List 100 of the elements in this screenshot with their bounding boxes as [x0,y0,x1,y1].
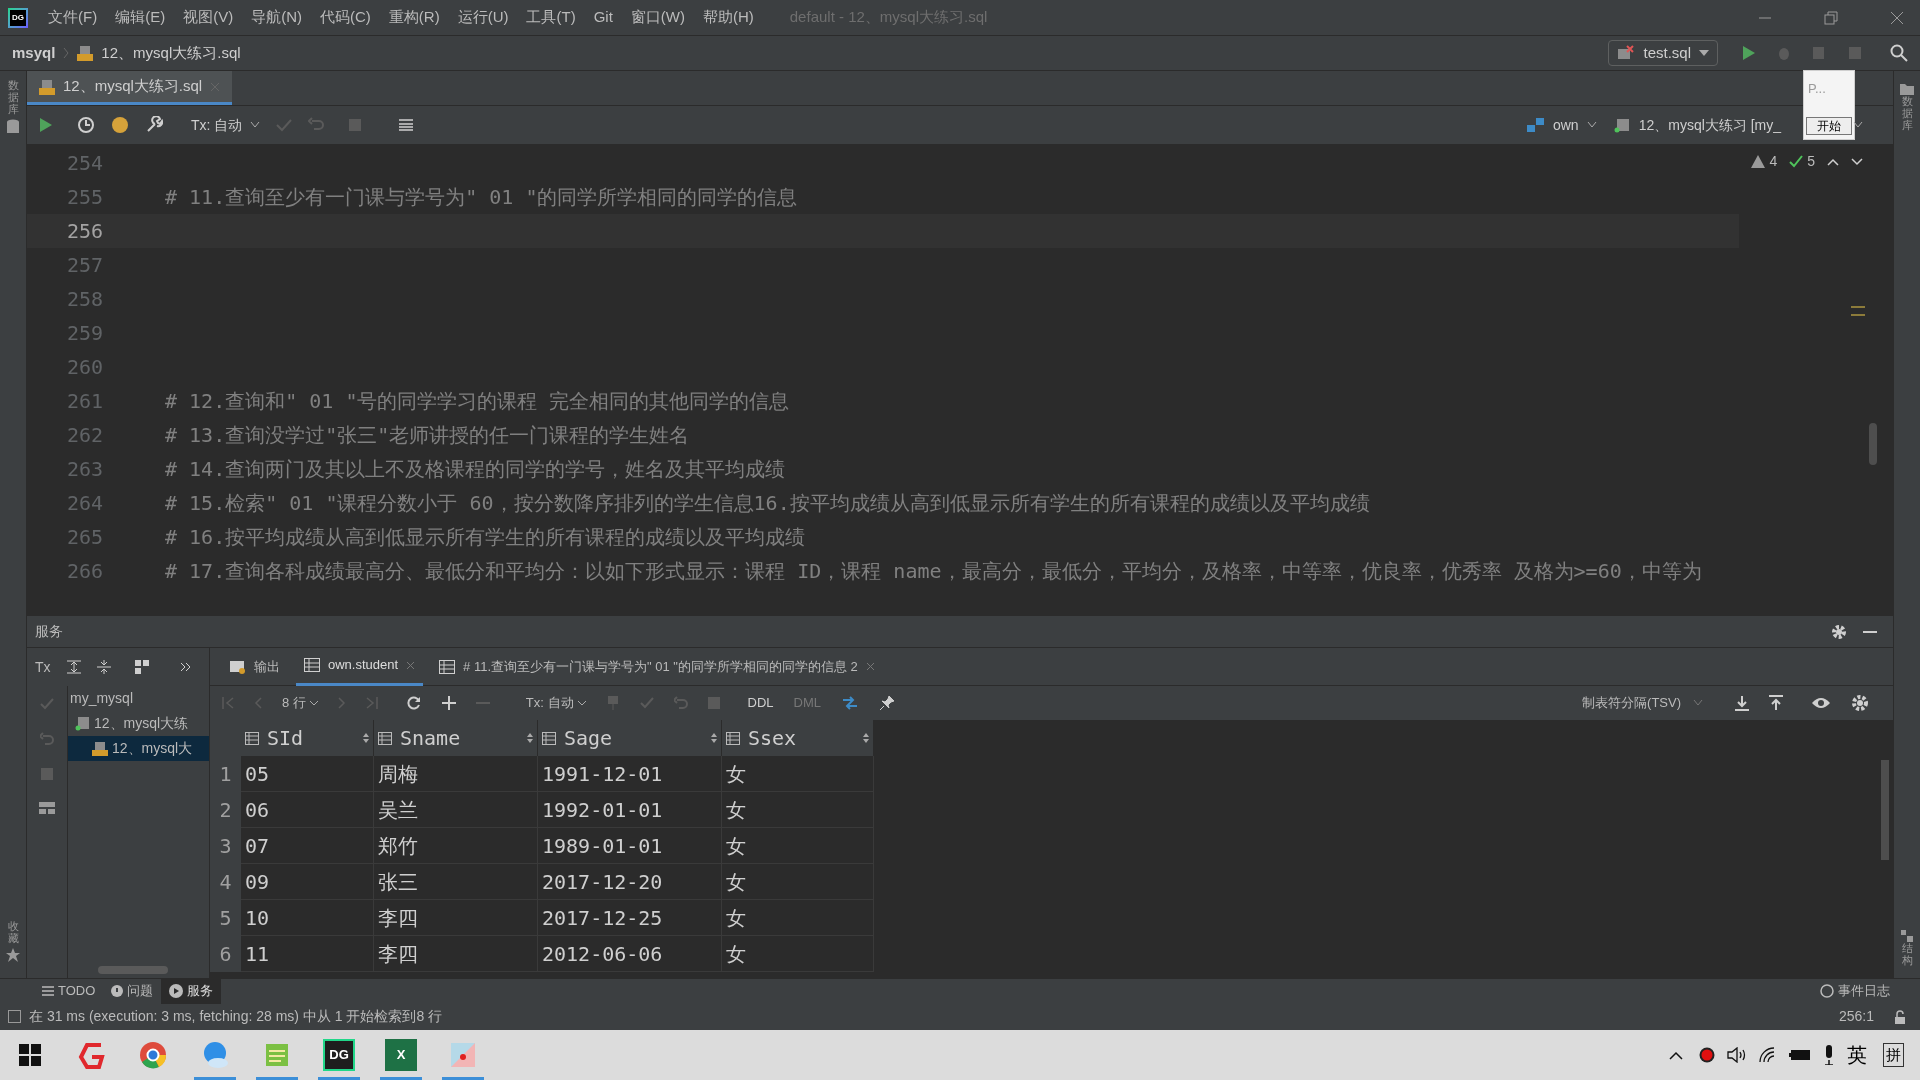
star-icon[interactable] [6,948,20,962]
download-icon[interactable] [1735,695,1749,711]
caret-position[interactable]: 256:1 [1838,1006,1874,1027]
lock-icon[interactable] [1894,1009,1908,1024]
search-icon[interactable] [1890,44,1908,62]
side-tab[interactable]: 收藏 [7,919,19,944]
volume-icon[interactable] [1727,1047,1747,1063]
menu-item[interactable]: 文件(F) [48,6,98,29]
transaction-dropdown[interactable]: Tx: 自动 [525,693,586,713]
close-icon[interactable] [865,662,875,671]
settings-icon[interactable] [1851,694,1869,712]
session-dropdown[interactable]: 12、mysql大练习 [my_ [1612,114,1781,136]
compare-icon[interactable] [841,695,859,711]
expand-all-icon[interactable] [66,660,81,674]
run-config-dropdown[interactable]: test.sql [1608,40,1718,66]
run-icon[interactable] [39,117,53,133]
arrow-up-icon[interactable] [1827,157,1839,166]
battery-icon[interactable] [1789,1049,1811,1061]
restore-icon[interactable] [1824,10,1838,25]
record-icon[interactable] [1699,1047,1715,1063]
scrollbar-thumb[interactable] [1869,423,1877,465]
editor-line[interactable]: 261 # 12.查询和" 01 "号的同学学习的课程 完全相同的其他同学的信息 [27,384,1739,418]
ddl-button[interactable]: DDL [747,693,774,713]
input-mode[interactable]: 拼 [1883,1042,1904,1068]
database-icon[interactable] [6,119,20,136]
start-button[interactable]: 开始 [1806,117,1852,135]
tree-item[interactable]: 12、mysql大练 [68,711,209,736]
chevron-up-icon[interactable] [1669,1050,1683,1060]
tree-item[interactable]: 12、mysql大 [68,736,209,761]
more-icon[interactable] [180,663,191,671]
eye-icon[interactable] [1811,696,1831,710]
menu-item[interactable]: 运行(U) [457,6,509,29]
column-header[interactable]: Sage [538,720,722,756]
structure-icon[interactable] [1901,929,1913,942]
menu-item[interactable]: 导航(N) [251,6,302,29]
group-icon[interactable] [134,660,149,674]
panel-toggle-icon[interactable] [8,1010,21,1023]
breadcrumb-item[interactable]: 12、mysql大练习.sql [101,41,241,65]
folder-icon[interactable] [1900,83,1914,95]
menu-item[interactable]: Git [593,6,613,29]
collapse-all-icon[interactable] [96,660,111,674]
side-tab[interactable]: 数据库 [7,79,19,116]
editor-line[interactable]: 266 # 17.查询各科成绩最高分、最低分和平均分：以如下形式显示：课程 ID，课程 name，最高分，最低分，平均分，及格率，中等率，优良率，优秀率 及格为>=60，中等为 [27,554,1739,588]
wifi-icon[interactable] [1759,1047,1777,1063]
tool-window-tab[interactable]: TODO [34,978,104,1004]
breadcrumb-item[interactable]: msyql [12,41,56,65]
side-tab[interactable]: 结构 [1901,941,1913,966]
excel-icon[interactable]: X [385,1039,417,1071]
upload-icon[interactable] [1769,695,1783,711]
editor-line[interactable]: 263 # 14.查询两门及其以上不及格课程的同学的学号，姓名及其平均成绩 [27,452,1739,486]
tree-item[interactable]: my_mysql [68,686,209,711]
close-icon[interactable] [1890,10,1904,25]
pin-icon[interactable] [879,695,895,711]
caret-icon[interactable] [1853,122,1863,128]
editor-tab[interactable]: 12、mysql大练习.sql [27,71,233,105]
format-dropdown[interactable]: 制表符分隔(TSV) [1582,693,1703,713]
warning-count[interactable]: 4 [1751,151,1778,172]
menu-item[interactable]: 工具(T) [526,6,576,29]
transaction-dropdown[interactable]: Tx: 自动 [191,114,261,136]
chrome-icon[interactable] [137,1039,169,1071]
transaction-button[interactable]: Tx [35,656,51,678]
history-icon[interactable] [77,116,95,134]
menu-item[interactable]: 帮助(H) [702,6,754,29]
menu-item[interactable]: 编辑(E) [115,6,166,29]
menu-item[interactable]: 代码(C) [320,6,371,29]
editor-line[interactable]: 265 # 16.按平均成绩从高到低显示所有学生的所有课程的成绩以及平均成绩 [27,520,1739,554]
minimize-icon[interactable] [1863,629,1877,634]
result-tab[interactable]: 输出 [222,647,288,686]
tool-window-tab[interactable]: 服务 [161,978,222,1004]
windows-start-icon[interactable] [19,1044,41,1066]
side-tab[interactable]: 数据库 [1901,95,1913,132]
menu-item[interactable]: 重构(R) [388,6,440,29]
list-icon[interactable] [398,118,415,132]
run-icon[interactable] [1742,45,1756,61]
arrow-down-icon[interactable] [1851,157,1863,166]
editor-line[interactable]: 262 # 13.查询没学过"张三"老师讲授的任一门课程的学生姓名 [27,418,1739,452]
editor-line[interactable]: 255 # 11.查询至少有一门课与学号为" 01 "的同学所学相同的同学的信息 [27,180,1739,214]
scrollbar-thumb[interactable] [1881,760,1889,860]
scrollbar-thumb[interactable] [98,966,168,974]
column-header[interactable]: Ssex [722,720,874,756]
add-icon[interactable] [441,696,456,710]
passed-count[interactable]: 5 [1789,151,1815,172]
menu-item[interactable]: 视图(V) [183,6,234,29]
event-log-button[interactable]: 事件日志 [1820,981,1890,1001]
editor-line[interactable]: 264 # 15.检索" 01 "课程分数小于 60，按分数降序排列的学生信息16.按平均成绩从高到低显示所有学生的所有课程的成绩以及平均成绩 [27,486,1739,520]
tool-window-tab[interactable]: 问题 [103,978,162,1004]
close-icon[interactable] [406,660,416,670]
refresh-icon[interactable] [405,695,422,711]
page-size-dropdown[interactable]: 8 行 [282,693,318,713]
column-header[interactable]: SId [241,720,374,756]
input-language[interactable]: 英 [1847,1040,1867,1070]
menu-item[interactable]: 窗口(W) [630,6,685,29]
microphone-icon[interactable] [1823,1045,1835,1065]
datagrip-icon[interactable]: DG [323,1039,355,1071]
wrench-icon[interactable] [145,116,163,134]
schema-dropdown[interactable]: own [1526,114,1597,136]
layout-icon[interactable] [39,802,55,814]
settings-icon[interactable] [1831,623,1847,640]
result-tab[interactable]: own.student [296,647,424,686]
result-tab[interactable]: # 11.查询至少有一门课与学号为" 01 "的同学所学相同的同学的信息 2 [431,647,883,686]
